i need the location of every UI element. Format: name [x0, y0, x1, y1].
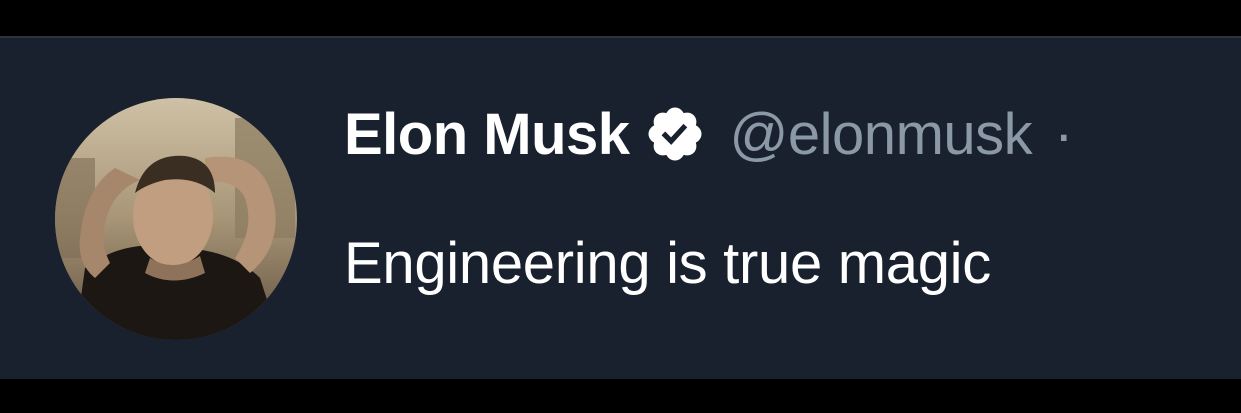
tweet-header: Elon Musk @elonmusk ·: [344, 94, 1073, 174]
avatar[interactable]: [55, 98, 297, 340]
tweet-card[interactable]: Elon Musk @elonmusk · Engineering is tru…: [0, 36, 1241, 379]
profile-photo-icon: [55, 98, 297, 340]
separator-dot: ·: [1054, 101, 1074, 167]
screenshot-frame: Elon Musk @elonmusk · Engineering is tru…: [0, 0, 1241, 413]
handle[interactable]: @elonmusk: [730, 101, 1033, 168]
display-name[interactable]: Elon Musk: [344, 101, 630, 168]
tweet-text: Engineering is true magic: [344, 231, 991, 296]
verified-badge-icon: [644, 103, 706, 165]
